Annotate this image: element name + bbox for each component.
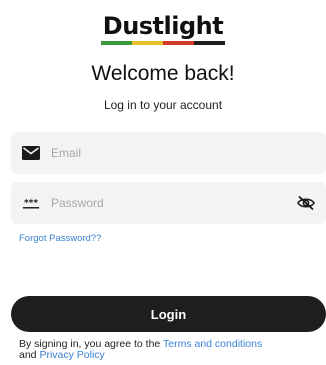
brand-bar-dark [194, 41, 225, 45]
email-field[interactable] [11, 132, 326, 174]
privacy-link[interactable]: Privacy Policy [39, 349, 104, 361]
brand-name: Dustlight [102, 12, 224, 40]
terms-link[interactable]: Terms and conditions [163, 338, 262, 350]
brand-logo: Dustlight [0, 12, 326, 45]
email-input[interactable] [51, 132, 326, 174]
password-field[interactable]: *** [11, 182, 326, 224]
brand-bar-green [101, 41, 132, 45]
eye-off-icon[interactable] [296, 195, 316, 211]
page-title: Welcome back! [91, 62, 235, 85]
brand-bar-yellow [132, 41, 163, 45]
forgot-password-link[interactable]: Forgot Password?? [19, 233, 101, 244]
brand-bar-red [163, 41, 194, 45]
brand-color-bar [101, 41, 225, 45]
page-subtitle: Log in to your account [103, 98, 223, 112]
terms-notice: By signing in, you agree to the Terms an… [19, 339, 319, 361]
terms-connector: and [19, 349, 40, 361]
mail-icon [22, 145, 40, 161]
password-input[interactable] [51, 182, 296, 224]
password-dots-icon: *** [22, 195, 40, 211]
login-button[interactable]: Login [11, 296, 326, 332]
